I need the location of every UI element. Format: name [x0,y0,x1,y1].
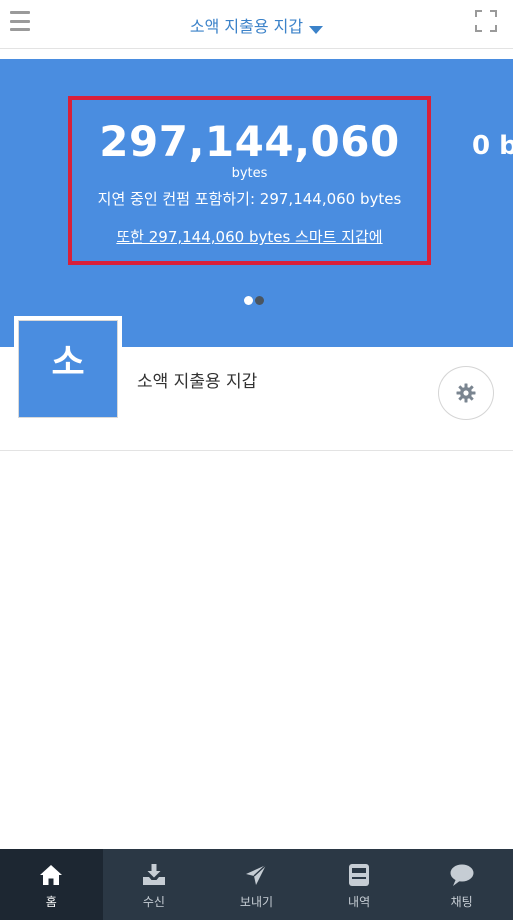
nav-send[interactable]: 보내기 [205,849,308,920]
balance-unit: bytes [231,166,268,181]
balance-card[interactable]: 297,144,060 bytes 지연 중인 컨펌 포함하기: 297,144… [68,96,431,265]
wallet-selector[interactable]: 소액 지출용 지갑 [0,13,513,37]
wallet-avatar-letter: 소 [51,342,85,383]
scan-icon[interactable] [475,10,497,32]
pending-balance-text: 지연 중인 컨펌 포함하기: 297,144,060 bytes [97,190,402,208]
page-indicator [244,296,264,305]
wallet-settings-button[interactable] [438,366,494,420]
nav-send-label: 보내기 [239,895,274,909]
nav-history[interactable]: 내역 [308,849,411,920]
nav-chat-label: 채팅 [450,895,473,909]
receive-icon [142,864,165,885]
bottom-nav: 홈 수신 보내기 내역 채팅 [0,849,513,920]
gear-icon [456,383,476,403]
wallet-name: 소액 지출용 지갑 [137,372,258,392]
nav-home-label: 홈 [45,895,57,909]
next-balance-card-preview[interactable]: 0 blac [472,131,513,161]
chat-icon [450,864,474,886]
page-dot-2[interactable] [255,296,264,305]
chevron-down-icon [309,25,324,34]
wallet-avatar: 소 [14,316,122,422]
nav-receive-label: 수신 [142,895,165,909]
top-bar: 소액 지출용 지갑 [0,0,513,49]
home-icon [40,865,63,885]
page-title: 소액 지출용 지갑 [189,17,304,36]
send-icon [246,864,267,885]
balance-banner[interactable]: 297,144,060 bytes 지연 중인 컨펌 포함하기: 297,144… [0,59,513,347]
nav-chat[interactable]: 채팅 [410,849,513,920]
page-dot-1[interactable] [244,296,253,305]
nav-home[interactable]: 홈 [0,849,103,920]
history-icon [349,864,370,886]
balance-amount: 297,144,060 [99,117,400,166]
nav-history-label: 내역 [348,895,371,909]
smart-wallet-link[interactable]: 또한 297,144,060 bytes 스마트 지갑에 [72,228,427,246]
nav-receive[interactable]: 수신 [103,849,206,920]
wallet-row[interactable]: 소 소액 지출용 지갑 [0,316,513,451]
